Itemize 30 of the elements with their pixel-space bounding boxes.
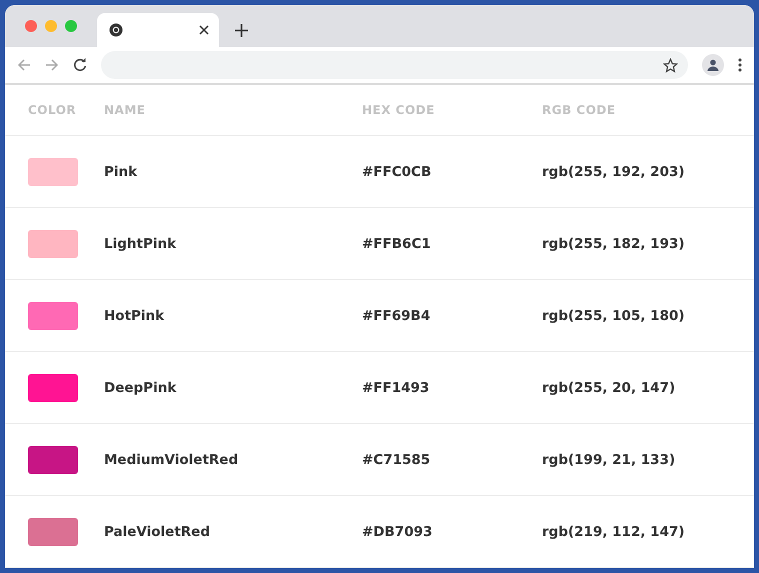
column-header: COLOR — [28, 103, 78, 117]
hex-code: #FFB6C1 — [362, 236, 432, 252]
color-name: LightPink — [104, 236, 178, 252]
color-name: Pink — [104, 164, 138, 180]
rgb-code: rgb(255, 192, 203) — [542, 164, 686, 180]
browser-logo-icon — [109, 23, 123, 37]
star-icon[interactable] — [663, 58, 678, 72]
hex-code: #FF69B4 — [362, 308, 432, 324]
rgb-code: rgb(255, 182, 193) — [542, 236, 686, 252]
menu-icon[interactable] — [738, 58, 742, 72]
profile-avatar-icon[interactable] — [702, 54, 724, 76]
hex-code: #DB7093 — [362, 524, 434, 540]
color-name: MediumVioletRed — [104, 452, 240, 468]
reload-icon[interactable] — [73, 58, 87, 72]
color-name: HotPink — [104, 308, 166, 324]
color-name: DeepPink — [104, 380, 178, 396]
hex-code: #C71585 — [362, 452, 432, 468]
color-name: PaleVioletRed — [104, 524, 211, 540]
hex-code: #FFC0CB — [362, 164, 432, 180]
new-tab-icon[interactable] — [235, 24, 248, 37]
browser-tab[interactable] — [97, 13, 219, 47]
column-header: RGB CODE — [542, 103, 617, 117]
column-header: NAME — [104, 103, 146, 117]
rgb-code: rgb(255, 20, 147) — [542, 380, 676, 396]
close-icon[interactable] — [199, 25, 209, 35]
rgb-code: rgb(199, 21, 133) — [542, 452, 676, 468]
rgb-code: rgb(255, 105, 180) — [542, 308, 686, 324]
rgb-code: rgb(219, 112, 147) — [542, 524, 686, 540]
column-header: HEX CODE — [362, 103, 436, 117]
hex-code: #FF1493 — [362, 380, 430, 396]
